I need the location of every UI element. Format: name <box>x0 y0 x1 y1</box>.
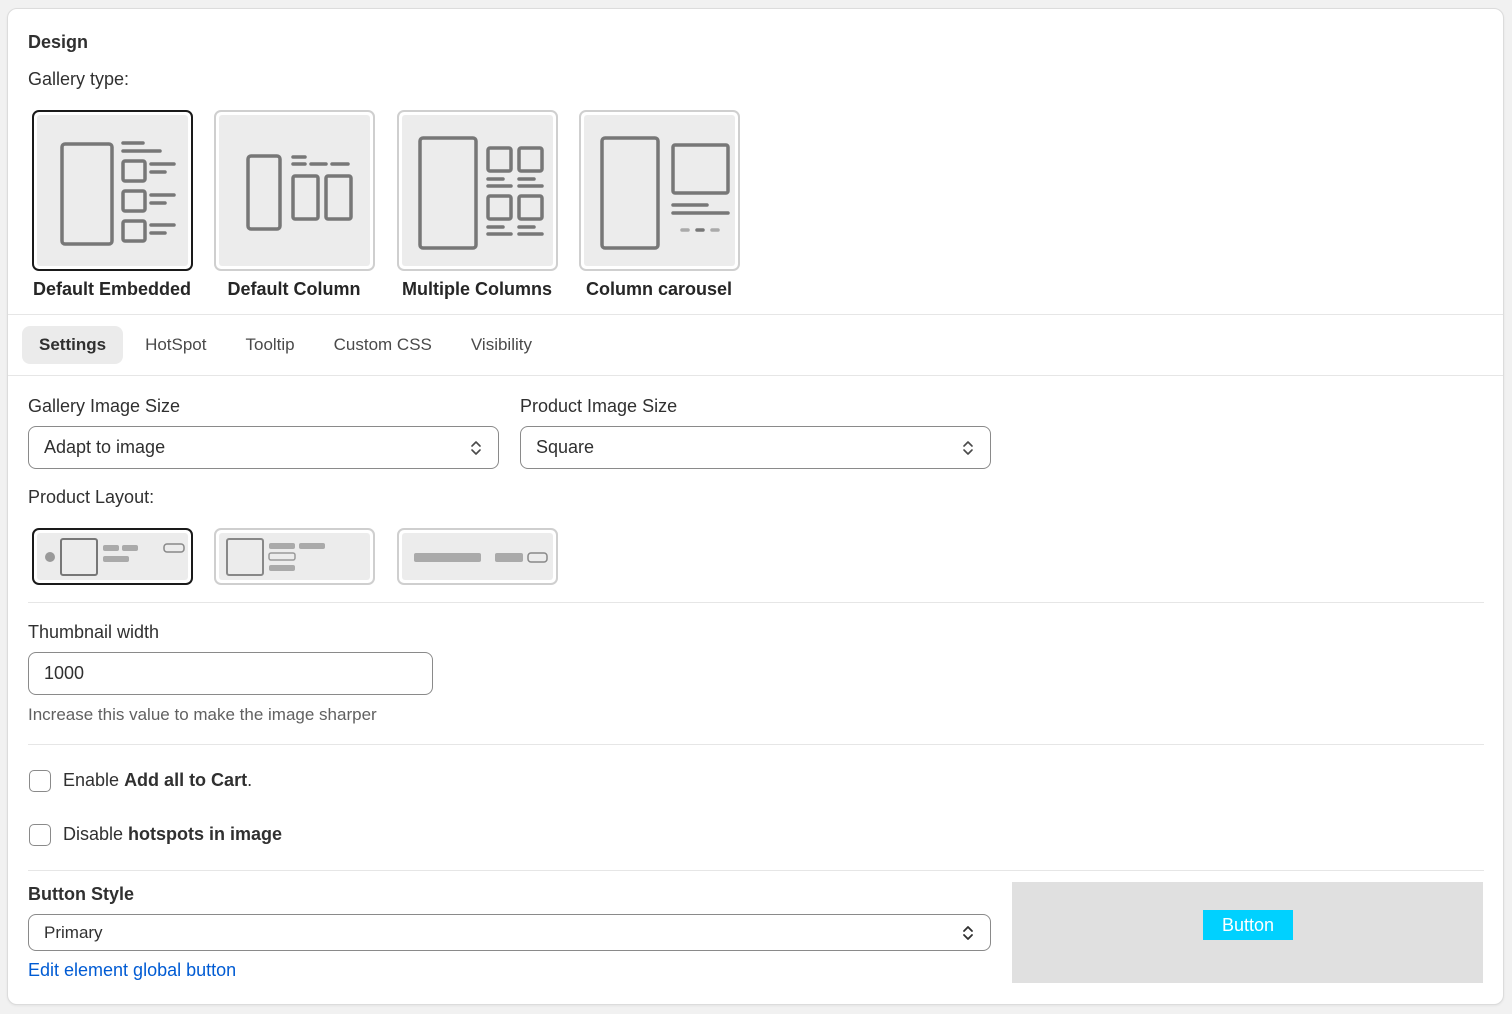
settings-tabs: Settings HotSpot Tooltip Custom CSS Visi… <box>22 326 554 366</box>
product-image-size-label: Product Image Size <box>520 396 678 416</box>
gallery-image-size-value: Adapt to image <box>44 437 166 457</box>
product-layout-stacked-icon <box>226 538 325 576</box>
gallery-image-size-label: Gallery Image Size <box>28 396 181 416</box>
add-all-to-cart-suffix: . <box>247 770 253 790</box>
gallery-type-default-column[interactable] <box>214 110 375 271</box>
product-layout-option-bar[interactable] <box>397 528 558 585</box>
design-card: Design Gallery type: Default Embedded De… <box>7 8 1504 1005</box>
product-layout-option-stacked[interactable] <box>214 528 375 585</box>
gallery-type-column-carousel[interactable] <box>579 110 740 271</box>
thumbnail-width-label: Thumbnail width <box>28 622 160 642</box>
gallery-type-label-default-column: Default Column <box>227 279 361 299</box>
thumbnail-width-value: 1000 <box>44 663 85 683</box>
chevron-up-down-icon <box>963 925 973 940</box>
edit-global-button-link[interactable]: Edit element global button <box>28 960 236 981</box>
gallery-type-multiple-columns[interactable] <box>397 110 558 271</box>
gallery-type-label: Gallery type: <box>28 69 130 89</box>
divider <box>8 375 1503 376</box>
tab-tooltip[interactable]: Tooltip <box>229 326 312 364</box>
gallery-image-size-select[interactable]: Adapt to image <box>28 426 499 469</box>
column-carousel-layout-icon <box>599 135 730 250</box>
divider <box>28 744 1484 745</box>
default-column-layout-icon <box>245 153 353 231</box>
preview-button[interactable]: Button <box>1203 910 1293 940</box>
add-all-to-cart-bold: Add all to Cart <box>124 770 248 790</box>
add-all-to-cart-checkbox[interactable] <box>29 770 51 792</box>
product-layout-option-inline[interactable] <box>32 528 193 585</box>
button-style-value: Primary <box>44 922 103 942</box>
divider <box>28 870 1484 871</box>
product-image-size-select[interactable]: Square <box>520 426 991 469</box>
gallery-type-label-default-embedded: Default Embedded <box>32 279 192 299</box>
tab-visibility[interactable]: Visibility <box>454 326 549 364</box>
button-style-select[interactable]: Primary <box>28 914 991 951</box>
add-all-to-cart-prefix: Enable <box>63 770 125 790</box>
add-all-to-cart-label: Enable Add all to Cart. <box>63 770 252 791</box>
product-layout-bar-icon <box>414 552 548 563</box>
tab-custom-css[interactable]: Custom CSS <box>317 326 449 364</box>
disable-hotspots-bold: hotspots in image <box>128 824 283 844</box>
chevron-up-down-icon <box>471 440 481 455</box>
gallery-type-default-embedded[interactable] <box>32 110 193 271</box>
disable-hotspots-checkbox[interactable] <box>29 824 51 846</box>
product-layout-label: Product Layout: <box>28 487 155 507</box>
thumbnail-width-input[interactable]: 1000 <box>28 652 433 695</box>
disable-hotspots-label: Disable hotspots in image <box>63 824 282 845</box>
divider <box>28 602 1484 603</box>
gallery-type-label-multiple-columns: Multiple Columns <box>402 279 552 299</box>
button-preview-panel: Button <box>1012 882 1483 983</box>
gallery-type-label-column-carousel: Column carousel <box>585 279 733 299</box>
multiple-columns-layout-icon <box>417 135 544 250</box>
disable-hotspots-prefix: Disable <box>63 824 129 844</box>
tab-hotspot[interactable]: HotSpot <box>128 326 223 364</box>
product-layout-inline-icon <box>45 538 185 576</box>
default-embedded-layout-icon <box>59 140 176 246</box>
product-image-size-value: Square <box>536 437 595 457</box>
divider <box>8 314 1503 315</box>
tab-settings[interactable]: Settings <box>22 326 124 364</box>
section-title: Design <box>28 32 89 52</box>
button-style-label: Button Style <box>28 884 134 904</box>
chevron-up-down-icon <box>963 440 973 455</box>
thumbnail-width-help: Increase this value to make the image sh… <box>28 705 377 724</box>
